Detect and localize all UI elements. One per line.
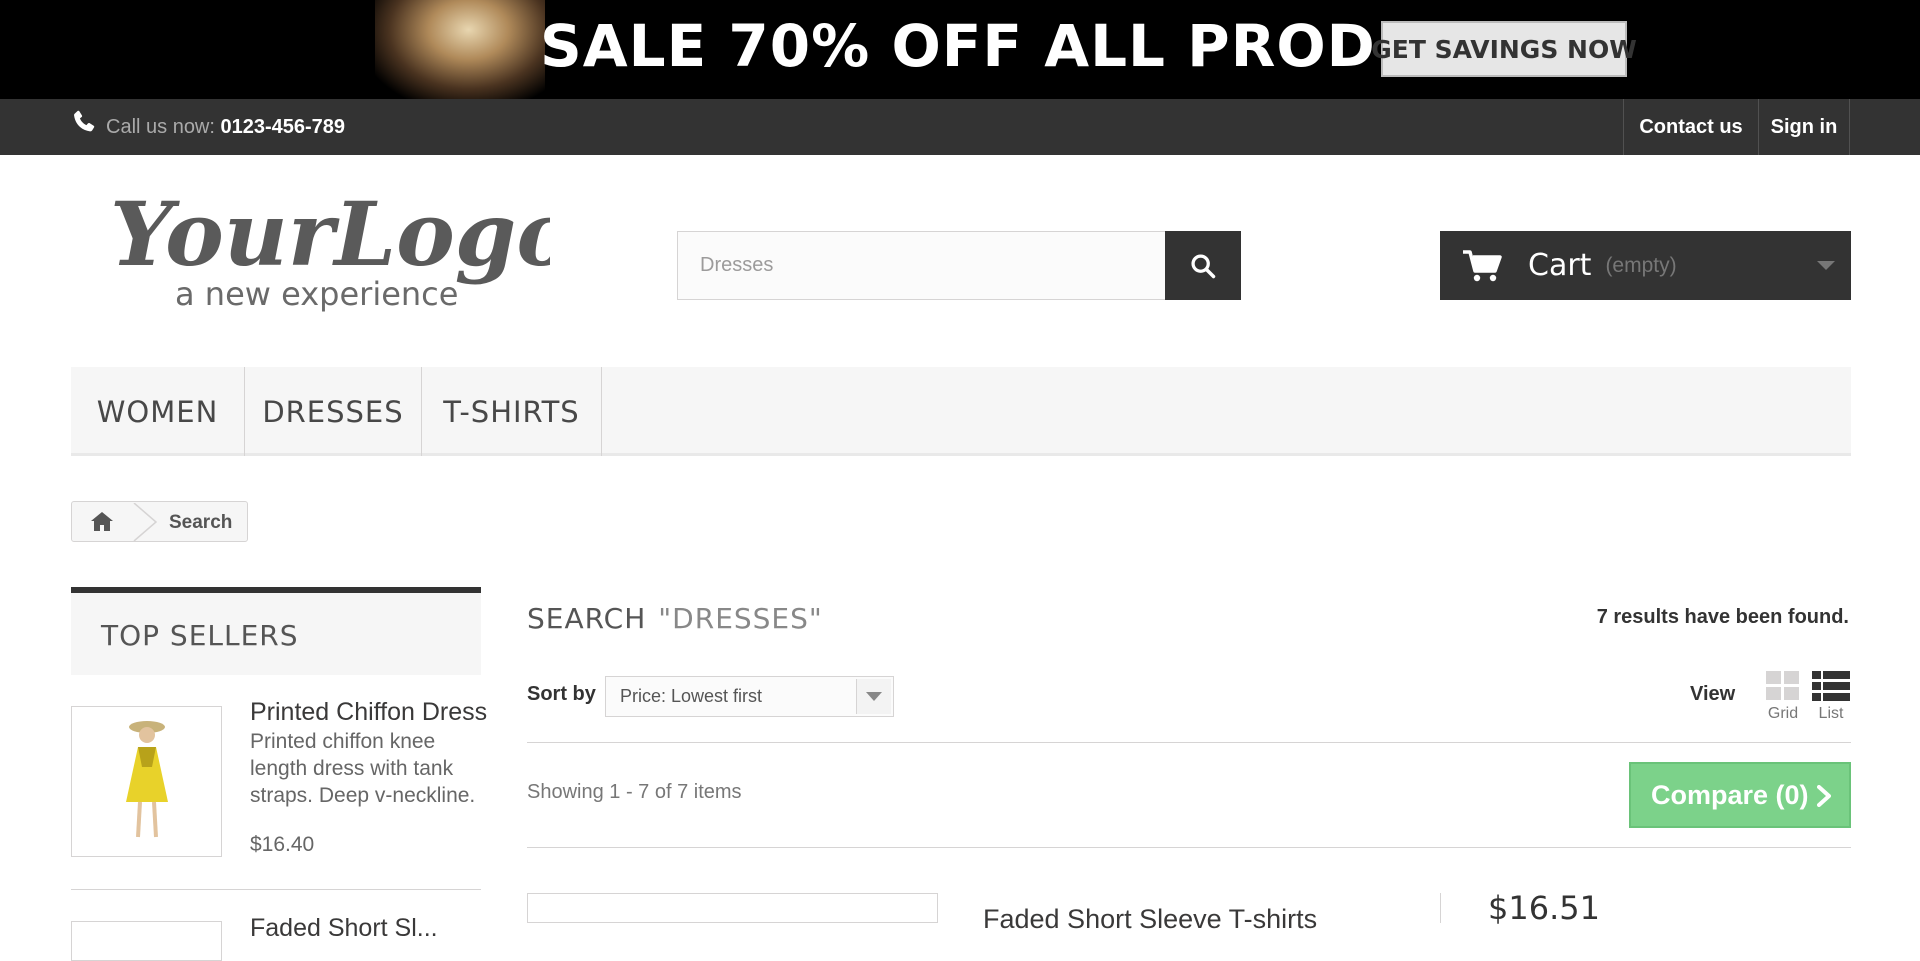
product-name[interactable]: Faded Short Sleeve T-shirts xyxy=(983,904,1317,935)
get-savings-button[interactable]: GET SAVINGS NOW xyxy=(1371,21,1637,77)
menu-item-women[interactable]: WOMEN xyxy=(71,367,245,456)
showing-items-text: Showing 1 - 7 of 7 items xyxy=(527,781,742,803)
phone-icon xyxy=(74,110,95,132)
search-button[interactable] xyxy=(1165,231,1241,300)
divider xyxy=(527,742,1851,743)
compare-button[interactable]: Compare (0) xyxy=(1629,762,1851,828)
search-term: "DRESSES" xyxy=(658,602,823,635)
grid-label: Grid xyxy=(1767,705,1799,722)
top-sellers-title: TOP SELLERS xyxy=(101,619,299,652)
chevron-right-icon xyxy=(1817,785,1831,807)
search-heading: SEARCH xyxy=(527,602,647,635)
contact-us-link[interactable]: Contact us xyxy=(1623,99,1758,155)
search-input[interactable]: Dresses xyxy=(677,231,1166,300)
chevron-down-icon xyxy=(1817,261,1835,270)
breadcrumb: Search xyxy=(71,501,248,542)
call-us-text: Call us now: 0123-456-789 xyxy=(106,116,345,139)
breadcrumb-separator xyxy=(133,503,158,541)
main-menu: WOMEN DRESSES T-SHIRTS xyxy=(71,367,1851,456)
page-title: SEARCH "DRESSES" xyxy=(527,602,823,635)
view-label: View xyxy=(1690,683,1736,705)
results-count: 7 results have been found. xyxy=(1596,606,1849,628)
menu-item-dresses[interactable]: DRESSES xyxy=(245,367,422,456)
cart-label: Cart xyxy=(1528,248,1592,283)
home-icon[interactable] xyxy=(90,510,114,532)
chevron-down-icon xyxy=(856,679,891,714)
product-image[interactable] xyxy=(527,893,938,923)
promo-banner[interactable]: SALE 70% OFF ALL PRODUCTS GET SAVINGS NO… xyxy=(0,0,1920,99)
menu-item-tshirts[interactable]: T-SHIRTS xyxy=(422,367,602,456)
cart-icon xyxy=(1463,249,1502,281)
search-icon xyxy=(1191,253,1216,278)
cart-status: (empty) xyxy=(1605,253,1677,277)
product-price: $16.51 xyxy=(1488,889,1600,927)
top-sellers-header: TOP SELLERS xyxy=(71,587,481,675)
dress-image xyxy=(126,721,168,838)
divider xyxy=(527,847,1851,848)
list-label: List xyxy=(1818,705,1844,722)
site-logo[interactable]: YourLogo a new experience xyxy=(110,190,550,315)
divider xyxy=(1440,893,1441,923)
grid-icon xyxy=(1766,671,1799,700)
list-icon xyxy=(1812,671,1850,701)
phone-number: 0123-456-789 xyxy=(220,116,346,138)
sort-value: Price: Lowest first xyxy=(620,686,763,706)
cart-button[interactable]: Cart (empty) xyxy=(1440,231,1851,300)
list-view-button[interactable]: List xyxy=(1810,671,1852,723)
top-seller-thumbnail-2[interactable] xyxy=(71,921,222,961)
grid-view-button[interactable]: Grid xyxy=(1762,671,1804,723)
sort-select[interactable]: Price: Lowest first xyxy=(605,676,894,717)
top-seller-description: Printed chiffon knee length dress with t… xyxy=(250,730,476,807)
divider xyxy=(71,889,481,890)
call-prefix: Call us now: xyxy=(106,116,215,138)
top-seller-name-2[interactable]: Faded Short Sl... xyxy=(250,914,438,943)
sort-label: Sort by xyxy=(527,683,596,705)
sign-in-link[interactable]: Sign in xyxy=(1758,99,1850,155)
breadcrumb-current: Search xyxy=(169,512,233,533)
banner-model-image xyxy=(375,0,545,99)
top-seller-thumbnail[interactable] xyxy=(71,706,222,857)
logo-main: YourLogo xyxy=(110,190,550,286)
top-seller-name[interactable]: Printed Chiffon Dress xyxy=(250,698,487,727)
compare-label: Compare (0) xyxy=(1651,779,1809,810)
logo-tagline: a new experience xyxy=(175,275,458,313)
top-seller-price: $16.40 xyxy=(250,833,315,856)
